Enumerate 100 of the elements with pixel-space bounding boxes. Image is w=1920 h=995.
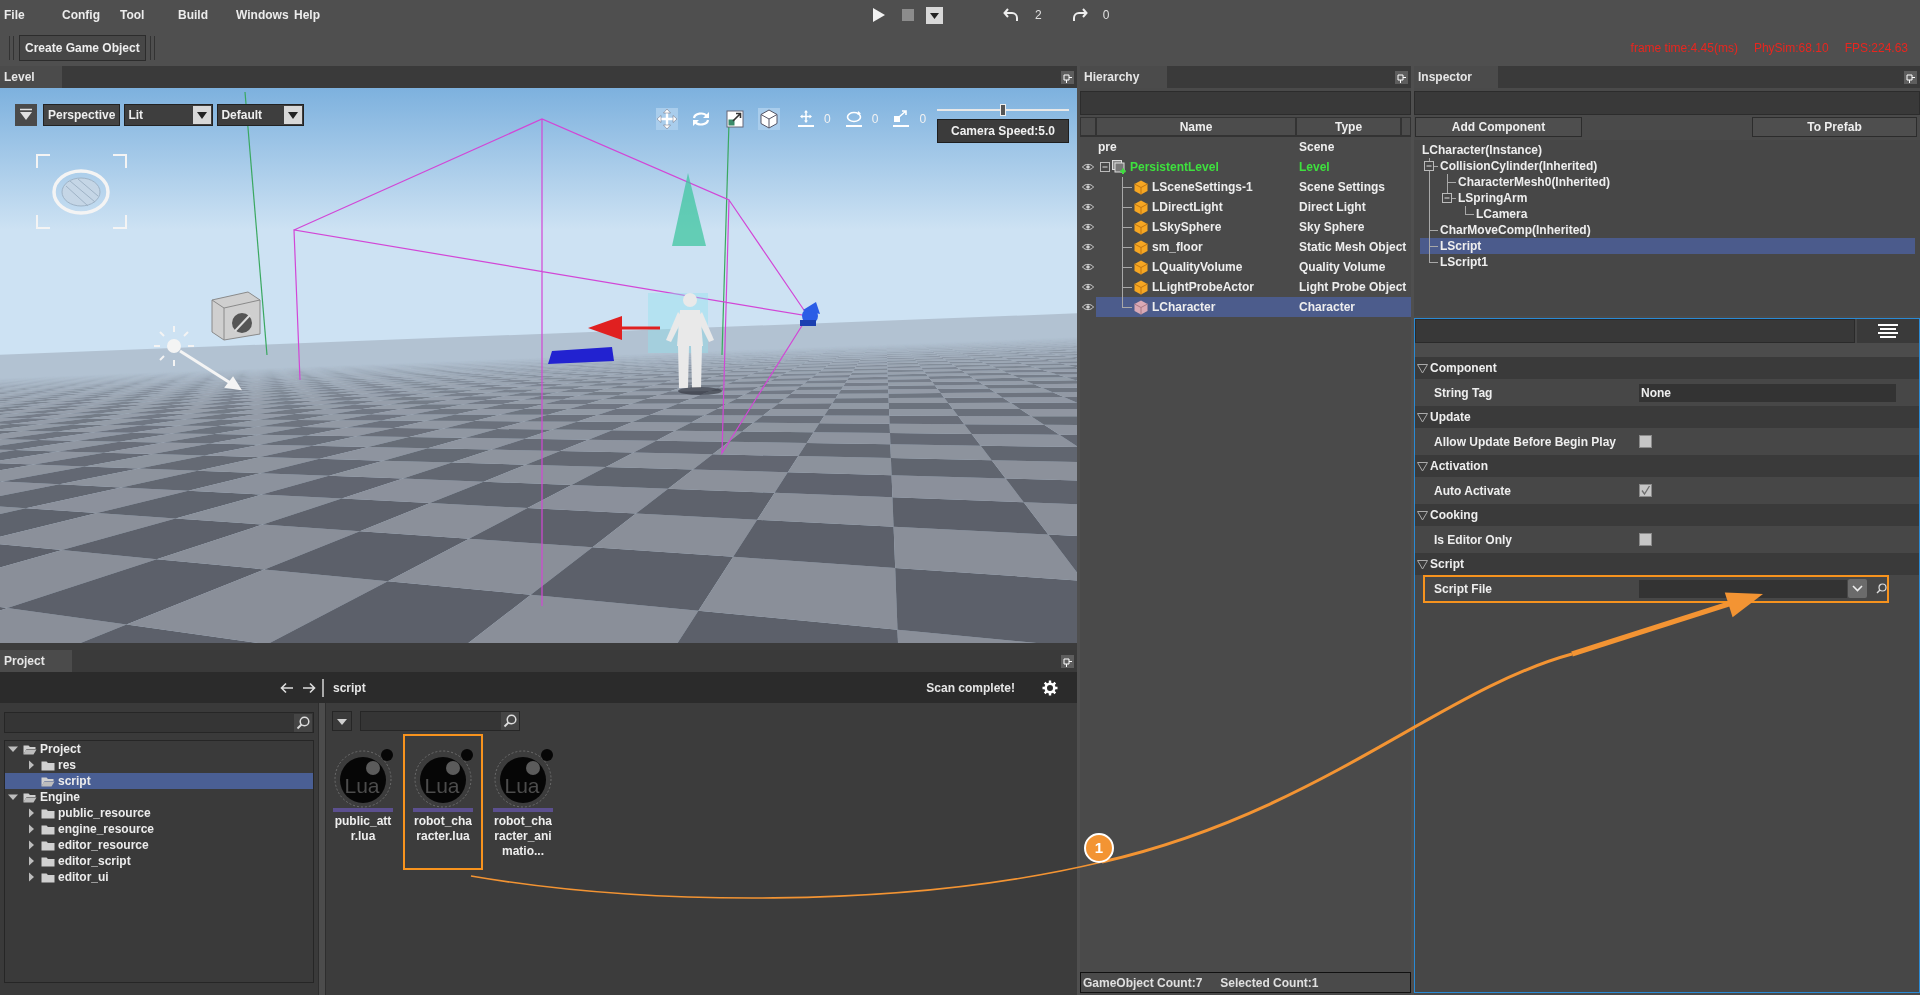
menu-icon[interactable]	[1878, 324, 1898, 338]
column-header[interactable]: Type	[1296, 117, 1401, 136]
redo-icon[interactable]	[1071, 8, 1088, 22]
asset-field[interactable]	[1639, 579, 1847, 598]
menu-item[interactable]: Build	[175, 3, 211, 27]
column-header[interactable]: Name	[1096, 117, 1296, 136]
panel-button[interactable]: To Prefab	[1752, 117, 1917, 137]
dock-pin-icon[interactable]	[1061, 70, 1074, 84]
component-tree-item[interactable]: LSpringArm	[1420, 190, 1915, 206]
folder-tree-item[interactable]: editor_script	[5, 853, 313, 869]
panel-tab[interactable]: Inspector	[1414, 66, 1498, 88]
dock-pin-icon[interactable]	[1904, 70, 1917, 84]
menu-item[interactable]: Windows	[233, 3, 292, 27]
collapse-toggle-icon[interactable]	[1100, 162, 1110, 172]
view-mode-button[interactable]: Perspective	[43, 104, 121, 126]
play-icon[interactable]	[872, 7, 886, 23]
collapse-triangle-icon[interactable]	[1417, 411, 1428, 423]
panel-button[interactable]: Add Component	[1415, 117, 1582, 137]
panel-tab[interactable]: Project	[0, 650, 72, 672]
dock-pin-icon[interactable]	[1061, 654, 1074, 668]
eye-icon[interactable]	[1082, 243, 1094, 251]
forward-arrow-icon[interactable]	[302, 681, 316, 694]
section-header[interactable]: Script	[1415, 553, 1919, 575]
asset-tile[interactable]: Lua robot_character_animatio...	[483, 734, 563, 870]
hierarchy-row[interactable]: PersistentLevel Level	[1096, 157, 1411, 177]
breadcrumb[interactable]: script	[333, 678, 366, 697]
search-field[interactable]	[1415, 319, 1855, 343]
panel-tab[interactable]: Level	[0, 66, 62, 88]
collapse-toggle-icon[interactable]	[1442, 193, 1452, 203]
folder-tree-item[interactable]: editor_ui	[5, 869, 313, 885]
hierarchy-row[interactable]: LQualityVolume Quality Volume	[1096, 257, 1411, 277]
search-icon[interactable]	[294, 713, 312, 732]
menu-item[interactable]: File	[1, 3, 28, 27]
collapse-triangle-icon[interactable]	[1417, 460, 1428, 472]
back-arrow-icon[interactable]	[280, 681, 294, 694]
hierarchy-row[interactable]: sm_floor Static Mesh Object	[1096, 237, 1411, 257]
hierarchy-row[interactable]: LSkySphere Sky Sphere	[1096, 217, 1411, 237]
eye-icon[interactable]	[1082, 203, 1094, 211]
hierarchy-row[interactable]: LDirectLight Direct Light	[1096, 197, 1411, 217]
dock-pin-icon[interactable]	[1395, 70, 1408, 84]
dropdown-chevron-icon[interactable]	[1848, 579, 1867, 598]
search-icon[interactable]	[1876, 583, 1887, 594]
hierarchy-row[interactable]: pre Scene	[1096, 137, 1411, 157]
eye-icon[interactable]	[1082, 283, 1094, 291]
search-field[interactable]	[360, 711, 520, 731]
folder-tree-item[interactable]: Project	[5, 741, 313, 757]
search-icon[interactable]	[501, 712, 519, 730]
section-header[interactable]: Activation	[1415, 455, 1919, 477]
slider-thumb[interactable]	[1000, 104, 1006, 116]
text-field[interactable]: None	[1639, 383, 1896, 402]
folder-tree-item[interactable]: public_resource	[5, 805, 313, 821]
eye-icon[interactable]	[1082, 223, 1094, 231]
local-space-icon[interactable]	[758, 108, 780, 130]
collapse-triangle-icon[interactable]	[1417, 362, 1428, 374]
toolbar-button[interactable]: Create Game Object	[19, 35, 146, 61]
hierarchy-row[interactable]: LCharacter Character	[1096, 297, 1411, 317]
component-tree-item[interactable]: LScript1	[1420, 254, 1915, 270]
collapse-triangle-icon[interactable]	[1417, 509, 1428, 521]
component-tree-item[interactable]: LScript	[1420, 238, 1915, 254]
menu-item[interactable]: Config	[59, 3, 103, 27]
eye-icon[interactable]	[1082, 263, 1094, 271]
component-tree-item[interactable]: CollisionCylinder(Inherited)	[1420, 158, 1915, 174]
menu-item[interactable]: Tool	[117, 3, 148, 27]
component-tree-item[interactable]: LCamera	[1420, 206, 1915, 222]
undo-icon[interactable]	[1003, 8, 1019, 22]
toolbar-handle[interactable]	[9, 36, 14, 60]
asset-tile[interactable]: Lua robot_character.lua	[403, 734, 483, 870]
panel-tab[interactable]: Hierarchy	[1080, 66, 1167, 88]
hierarchy-row[interactable]: LLightProbeActor Light Probe Object	[1096, 277, 1411, 297]
collapse-triangle-icon[interactable]	[1417, 558, 1428, 570]
search-field[interactable]	[1080, 90, 1411, 115]
lighting-dropdown[interactable]: Lit	[124, 104, 214, 126]
eye-icon[interactable]	[1082, 183, 1094, 191]
folder-tree-item[interactable]: Engine	[5, 789, 313, 805]
search-field[interactable]	[1414, 90, 1920, 115]
scale-tool-icon[interactable]	[724, 108, 746, 130]
asset-tile[interactable]: Lua public_attr.lua	[323, 734, 403, 870]
component-tree-item[interactable]: CharMoveComp(Inherited)	[1420, 222, 1915, 238]
checkbox[interactable]	[1639, 435, 1652, 448]
toolbar-handle[interactable]	[149, 36, 155, 60]
preset-dropdown[interactable]: Default	[217, 104, 305, 126]
menu-button[interactable]	[1857, 319, 1919, 343]
folder-tree-item[interactable]: script	[5, 773, 313, 789]
component-tree-item[interactable]: LCharacter(Instance)	[1420, 142, 1915, 158]
section-header[interactable]: Component	[1415, 357, 1919, 379]
checkbox[interactable]	[1639, 484, 1652, 497]
filter-icon[interactable]	[15, 104, 37, 126]
search-field[interactable]	[4, 712, 314, 733]
folder-tree-item[interactable]: res	[5, 757, 313, 773]
hierarchy-row[interactable]: LSceneSettings-1 Scene Settings	[1096, 177, 1411, 197]
checkbox[interactable]	[1639, 533, 1652, 546]
section-header[interactable]: Update	[1415, 406, 1919, 428]
menu-item[interactable]: Help	[291, 3, 323, 27]
settings-icon[interactable]	[1042, 679, 1058, 696]
folder-tree-item[interactable]: editor_resource	[5, 837, 313, 853]
camera-speed-slider[interactable]	[937, 104, 1069, 116]
section-header[interactable]: Cooking	[1415, 504, 1919, 526]
component-tree-item[interactable]: CharacterMesh0(Inherited)	[1420, 174, 1915, 190]
folder-tree-item[interactable]: engine_resource	[5, 821, 313, 837]
collapse-toggle-icon[interactable]	[1424, 161, 1434, 171]
